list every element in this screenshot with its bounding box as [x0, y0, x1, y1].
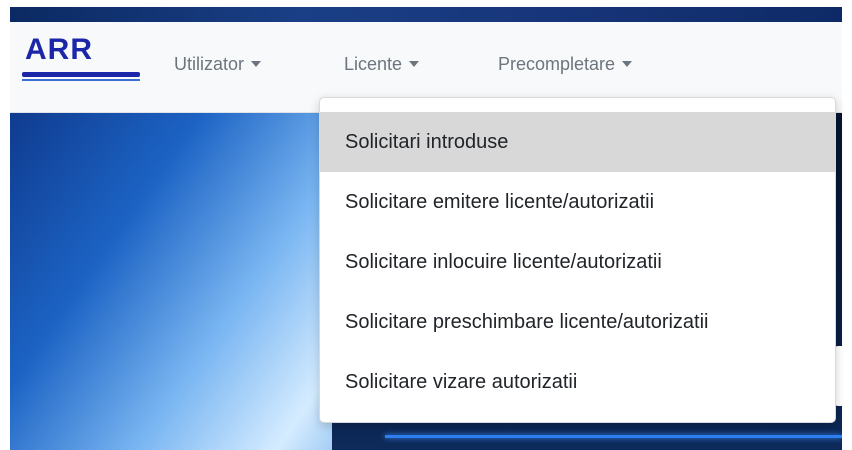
page: ARR Utilizator Licente Precompletare Sol… — [0, 0, 852, 450]
nav-licente-label: Licente — [344, 53, 403, 74]
dropdown-item-inlocuire[interactable]: Solicitare inlocuire licente/autorizatii — [320, 232, 835, 292]
brand-logo[interactable]: ARR — [22, 30, 142, 90]
nav-precompletare[interactable]: Precompletare — [498, 52, 633, 76]
brand-logo-underline-accent — [22, 79, 140, 81]
nav-utilizator[interactable]: Utilizator — [174, 52, 262, 76]
hero-glow-line — [385, 435, 842, 438]
dropdown-item-emitere[interactable]: Solicitare emitere licente/autorizatii — [320, 172, 835, 232]
licente-dropdown-menu: Solicitari introduse Solicitare emitere … — [319, 97, 836, 423]
brand-logo-underline — [22, 72, 140, 77]
top-header-strip — [10, 7, 842, 22]
dropdown-item-preschimbare[interactable]: Solicitare preschimbare licente/autoriza… — [320, 292, 835, 352]
nav-licente[interactable]: Licente — [344, 52, 420, 76]
nav-precompletare-label: Precompletare — [498, 53, 616, 74]
dropdown-item-solicitari-introduse[interactable]: Solicitari introduse — [320, 112, 835, 172]
brand-logo-text: ARR — [25, 33, 93, 66]
dropdown-item-vizare[interactable]: Solicitare vizare autorizatii — [320, 352, 835, 412]
caret-down-icon — [409, 61, 420, 67]
caret-down-icon — [622, 61, 633, 67]
caret-down-icon — [251, 61, 262, 67]
nav-utilizator-label: Utilizator — [174, 53, 245, 74]
